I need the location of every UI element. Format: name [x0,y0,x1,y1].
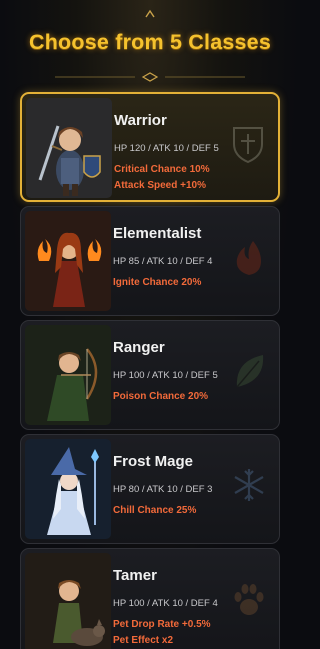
class-card-frost-mage[interactable]: Frost Mage HP 80 / ATK 10 / DEF 3 Chill … [20,434,280,544]
tamer-portrait [25,553,111,649]
frost-mage-portrait [25,439,111,539]
class-name: Ranger [113,339,165,356]
class-stats: HP 100 / ATK 10 / DEF 4 [113,598,218,609]
class-stats: HP 100 / ATK 10 / DEF 5 [113,370,218,381]
class-name: Frost Mage [113,453,194,470]
class-card-elementalist[interactable]: Elementalist HP 85 / ATK 10 / DEF 4 Igni… [20,206,280,316]
flame-icon [236,241,261,275]
class-perk: Pet Drop Rate +0.5% [113,619,211,630]
class-name: Tamer [113,567,157,584]
page-title: Choose from 5 Classes [29,30,271,54]
class-perk: Chill Chance 25% [113,505,197,516]
paw-print-icon [234,584,264,615]
class-perk: Ignite Chance 20% [113,277,202,288]
class-stats: HP 85 / ATK 10 / DEF 4 [113,256,213,267]
chevron-ornament-icon [145,9,155,18]
warrior-portrait [26,98,112,198]
snowflake-icon [234,469,264,501]
class-perk: Pet Effect x2 [113,635,174,646]
class-perk: Poison Chance 20% [113,391,209,402]
class-card-ranger[interactable]: Ranger HP 100 / ATK 10 / DEF 5 Poison Ch… [20,320,280,430]
class-stats: HP 80 / ATK 10 / DEF 3 [113,484,213,495]
class-name: Elementalist [113,225,202,242]
class-name: Warrior [114,112,167,129]
class-card-warrior[interactable]: Warrior HP 120 / ATK 10 / DEF 5 Critical… [20,92,280,202]
ranger-portrait [25,325,111,425]
class-stats: HP 120 / ATK 10 / DEF 5 [114,143,219,154]
class-card-tamer[interactable]: Tamer HP 100 / ATK 10 / DEF 4 Pet Drop R… [20,548,280,649]
title-divider [55,72,245,82]
elementalist-portrait [25,211,111,311]
class-perk: Attack Speed +10% [114,180,206,191]
class-list: Warrior HP 120 / ATK 10 / DEF 5 Critical… [20,92,280,649]
class-perk: Critical Chance 10% [114,164,210,175]
shield-cross-icon [233,127,263,164]
leaf-icon [236,355,264,388]
